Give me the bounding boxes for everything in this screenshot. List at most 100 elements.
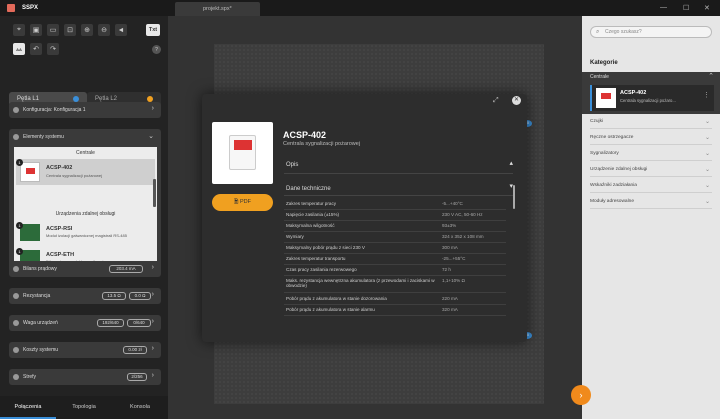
chevron-down-icon: ⌄ (704, 183, 710, 189)
zoom-in-icon[interactable]: ⊕ (81, 24, 93, 36)
folder-icon[interactable]: ▭ (47, 24, 59, 36)
sound-icon[interactable]: ◄ (115, 24, 127, 36)
maximize-icon[interactable]: ☐ (683, 4, 689, 12)
product-details-modal: ⤢ ✕ 🗎 PDF ACSP-402 Centrala sygnalizacji… (202, 94, 527, 342)
list-item-acsp-402[interactable]: 1 ACSP-402 Centrala sygnalizacji pożarow… (16, 159, 155, 185)
category-remote[interactable]: Urządzenie zdalnej obsługi ⌄ (590, 163, 712, 177)
search-icon: ⌕ (596, 29, 600, 35)
table-row: Maks. rezystancja wewnętrzna akumulatora… (284, 276, 506, 293)
list-item-acsp-rsi[interactable]: 1 ACSP-RSI Moduł izolacji galwanicznej m… (16, 222, 155, 244)
device-thumbnail (20, 162, 40, 182)
bolt-icon (13, 266, 19, 272)
product-subtitle: Centrala sygnalizacji pożarowej (283, 141, 361, 147)
elements-panel: Elementy systemu ⌄ Centrale 1 ACSP-402 C… (9, 129, 161, 267)
chevron-right-icon: › (579, 390, 583, 400)
product-image (212, 122, 273, 184)
chevron-down-icon: ⌄ (704, 199, 710, 205)
chevron-down-icon: ⌄ (148, 133, 154, 140)
centrale-section-header: Centrale (76, 150, 95, 156)
category-wskazniki[interactable]: Wskaźniki zadziałania ⌄ (590, 179, 712, 193)
table-row: Czas pracy zasilania rezerwowego 72 h (284, 265, 506, 276)
category-czujki[interactable]: Czujki ⌄ (590, 115, 712, 129)
app-logo-icon (7, 4, 15, 12)
right-panel: ⌕ Czego szukasz? Kategorie Centrale ⌃ AC… (582, 16, 720, 419)
category-sygnalizatory[interactable]: Sygnalizatory ⌄ (590, 147, 712, 161)
table-row: Napięcie zasilania (±15%) 230 V AC, 50-60… (284, 210, 506, 221)
chevron-right-icon: › (151, 291, 154, 298)
device-thumbnail (20, 224, 40, 241)
chevron-right-icon: › (151, 372, 154, 379)
zoom-out-icon[interactable]: ⊖ (98, 24, 110, 36)
tab-console[interactable]: Konsola (112, 396, 168, 419)
chevron-down-icon: ⌄ (704, 151, 710, 157)
device-thumbnail (596, 88, 616, 108)
elements-list: Centrale 1 ACSP-402 Centrala sygnalizacj… (14, 147, 157, 264)
chevron-right-icon: › (151, 318, 154, 325)
chevron-up-icon: ▴ (509, 160, 513, 167)
cost-icon (13, 347, 19, 353)
help-icon[interactable]: ? (152, 45, 161, 54)
search-input[interactable]: ⌕ Czego szukasz? (590, 26, 712, 38)
text-toggle-button[interactable]: Txt (146, 24, 160, 36)
bottom-tabs: Połączenia Topologia Konsola (0, 396, 168, 419)
app-title: SSPX (22, 5, 39, 11)
table-row: Maksymalny pobór prądu z sieci 230 V 300 … (284, 243, 506, 254)
tab-project[interactable]: projekt.spx* (175, 2, 260, 16)
minimize-icon[interactable]: — (660, 4, 667, 11)
device-weight-panel[interactable]: Waga urządzeń 192/640 0/640 › (9, 315, 161, 331)
count-badge: 1 (16, 222, 23, 229)
expand-icon[interactable]: ⤢ (493, 97, 499, 105)
remote-section-header: Urządzenia zdalnej obsługi (55, 211, 116, 217)
tech-data-accordion[interactable]: Dane techniczne ▾ (284, 182, 513, 196)
resistor-icon (13, 293, 19, 299)
next-arrow-button[interactable]: › (571, 385, 591, 405)
config-selector[interactable]: Konfiguracja: Konfiguracja 1 › (9, 102, 161, 118)
elements-icon (13, 134, 19, 140)
redo-icon[interactable]: ↷ (47, 43, 59, 55)
table-row: Zakres temperatur transportu -25...+55°C (284, 254, 506, 265)
category-centrale-open: Centrale ⌃ ACSP-402 Centrala sygnalizacj… (582, 72, 720, 114)
system-cost-panel[interactable]: Koszty systemu 0.00 zł › (9, 342, 161, 358)
chevron-up-icon[interactable]: ⌃ (708, 72, 714, 80)
tab-connections[interactable]: Połączenia (0, 396, 56, 419)
table-row: Zakres temperatur pracy -5...+40°C (284, 199, 506, 210)
table-row: Wymiary 324 x 352 x 108 mm (284, 232, 506, 243)
chevron-right-icon: › (151, 345, 154, 352)
table-row: Pobór prądu z akumulatora w stanie alarm… (284, 305, 506, 316)
export-icon[interactable]: ⊡ (64, 24, 76, 36)
tab-topology[interactable]: Topologia (56, 396, 112, 419)
config-icon (13, 107, 19, 113)
close-modal-icon[interactable]: ✕ (512, 96, 521, 105)
count-badge: 1 (16, 159, 23, 166)
more-icon[interactable]: ⋮ (703, 91, 710, 99)
current-balance-panel[interactable]: Bilans prądowy 203.4 mA › (9, 261, 161, 277)
chevron-down-icon: ⌄ (704, 119, 710, 125)
table-row: Pobór prądu z akumulatora w stanie dozor… (284, 294, 506, 305)
zones-icon (13, 374, 19, 380)
chevron-down-icon: ⌄ (704, 167, 710, 173)
zones-panel[interactable]: Strefy 2/256 › (9, 369, 161, 385)
pdf-button[interactable]: 🗎 PDF (212, 194, 273, 211)
title-bar: SSPX (0, 0, 720, 16)
product-title: ACSP-402 (283, 130, 327, 140)
resistance-panel[interactable]: Rezystancja 13.5 Ω 0.0 Ω › (9, 288, 161, 304)
save-icon[interactable]: ▣ (30, 24, 42, 36)
catalog-item-acsp-402[interactable]: ACSP-402 Centrala sygnalizacji pożaro...… (590, 85, 714, 111)
pin-aa-button[interactable]: AA (13, 43, 25, 55)
weight-icon (13, 320, 19, 326)
count-badge: 1 (16, 248, 23, 255)
scrollbar[interactable] (513, 185, 515, 209)
location-icon[interactable]: ⌖ (13, 24, 25, 36)
table-row: Maksymalna wilgotność 93±3% (284, 221, 506, 232)
close-icon[interactable]: ✕ (704, 4, 710, 12)
scrollbar[interactable] (153, 179, 156, 207)
chevron-right-icon: › (151, 105, 154, 112)
description-accordion[interactable]: Opis ▴ (284, 156, 513, 174)
chevron-right-icon: › (151, 264, 154, 271)
category-moduly[interactable]: Moduły adresowalne ⌄ (590, 195, 712, 209)
elements-header[interactable]: Elementy systemu ⌄ (9, 129, 161, 145)
undo-icon[interactable]: ↶ (30, 43, 42, 55)
left-sidebar: ⌖ ▣ ▭ ⊡ ⊕ ⊖ ◄ Txt AA ↶ ↷ ? Pętla L1 Pętl… (0, 16, 168, 419)
categories-heading: Kategorie (590, 60, 618, 66)
category-reczne-ostrzegacze[interactable]: Ręczne ostrzegacze ⌄ (590, 131, 712, 145)
